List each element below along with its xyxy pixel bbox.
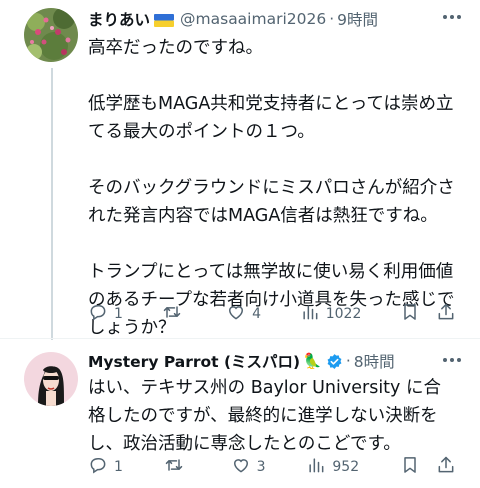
retweet-icon [162,302,182,326]
share-icon [436,455,456,479]
share-button[interactable] [436,302,456,326]
reply-count: 1 [114,306,123,322]
tweet-text: 高卒だったのですね。 低学歴もMAGA共和党支持者にとっては崇め立 てる最大のポ… [88,34,468,342]
bookmark-icon [400,455,420,479]
reply-count: 1 [114,459,123,475]
ukraine-flag-icon [154,13,175,27]
views-count: 1022 [325,306,362,322]
bookmark-button[interactable] [400,455,420,479]
share-button[interactable] [436,455,456,479]
reply-icon [88,455,108,479]
like-count: 4 [252,306,262,322]
tweet-2[interactable]: Mystery Parrot (ミスパロ) 🦜 · 8時間 はい、テキサス州の … [0,340,480,488]
separator-dot: · [345,352,351,370]
views-count: 952 [332,459,360,475]
separator-dot: · [329,10,335,28]
tweet-paragraph: そのバックグラウンドにミスパロさんが紹介さ れた発言内容ではMAGA信者は熱狂で… [88,178,455,226]
retweet-button[interactable] [164,455,190,479]
views-button[interactable]: 952 [306,455,359,479]
like-button[interactable]: 4 [226,302,261,326]
tweet-paragraph: 高卒だったのですね。 [88,38,263,58]
secondary-actions [400,302,456,326]
like-count: 3 [256,459,266,475]
retweet-button[interactable] [162,302,188,326]
action-bar: 1 4 1022 [88,302,456,326]
display-name[interactable]: まりあい [88,8,150,30]
reply-button[interactable]: 1 [88,455,123,479]
reply-icon [88,302,108,326]
display-name[interactable]: Mystery Parrot (ミスパロ) [88,350,300,372]
bar-chart-icon [306,455,326,479]
tweet-text: はい、テキサス州の Baylor University に合 格したのですが、最… [88,374,468,458]
more-horizontal-icon[interactable] [440,348,464,372]
tweet-1[interactable]: まりあい @masaaimari2026 · 9時間 高卒だったのですね。 低学… [0,0,480,338]
bookmark-button[interactable] [400,302,420,326]
reply-button[interactable]: 1 [88,302,123,326]
secondary-actions [400,455,456,479]
timestamp[interactable]: 8時間 [354,350,395,372]
heart-icon [231,455,251,479]
handle[interactable]: @masaaimari2026 [180,10,326,28]
more-horizontal-icon[interactable] [440,5,464,29]
bookmark-icon [400,302,420,326]
tweet-paragraph: トランプにとっては無学故に使い易く利用価値 のあるチープな若者向け小道具を失った… [88,262,455,338]
views-button[interactable]: 1022 [300,302,362,326]
retweet-icon [164,455,184,479]
share-icon [436,302,456,326]
timestamp[interactable]: 9時間 [337,8,378,30]
heart-icon [226,302,246,326]
like-button[interactable]: 3 [231,455,266,479]
tweet-header: Mystery Parrot (ミスパロ) 🦜 · 8時間 [88,350,395,372]
tweet-paragraph: 低学歴もMAGA共和党支持者にとっては崇め立 てる最大のポイントの１つ。 [88,94,454,142]
verified-badge-icon[interactable] [326,353,343,370]
avatar[interactable] [24,8,78,62]
bar-chart-icon [300,302,320,326]
action-bar: 1 3 952 [88,455,456,479]
avatar[interactable] [24,352,78,406]
tweet-header: まりあい @masaaimari2026 · 9時間 [88,8,378,30]
parrot-emoji-icon: 🦜 [303,352,322,370]
tweet-paragraph: はい、テキサス州の Baylor University に合 格したのですが、最… [88,378,441,454]
tweet-divider [0,338,480,339]
